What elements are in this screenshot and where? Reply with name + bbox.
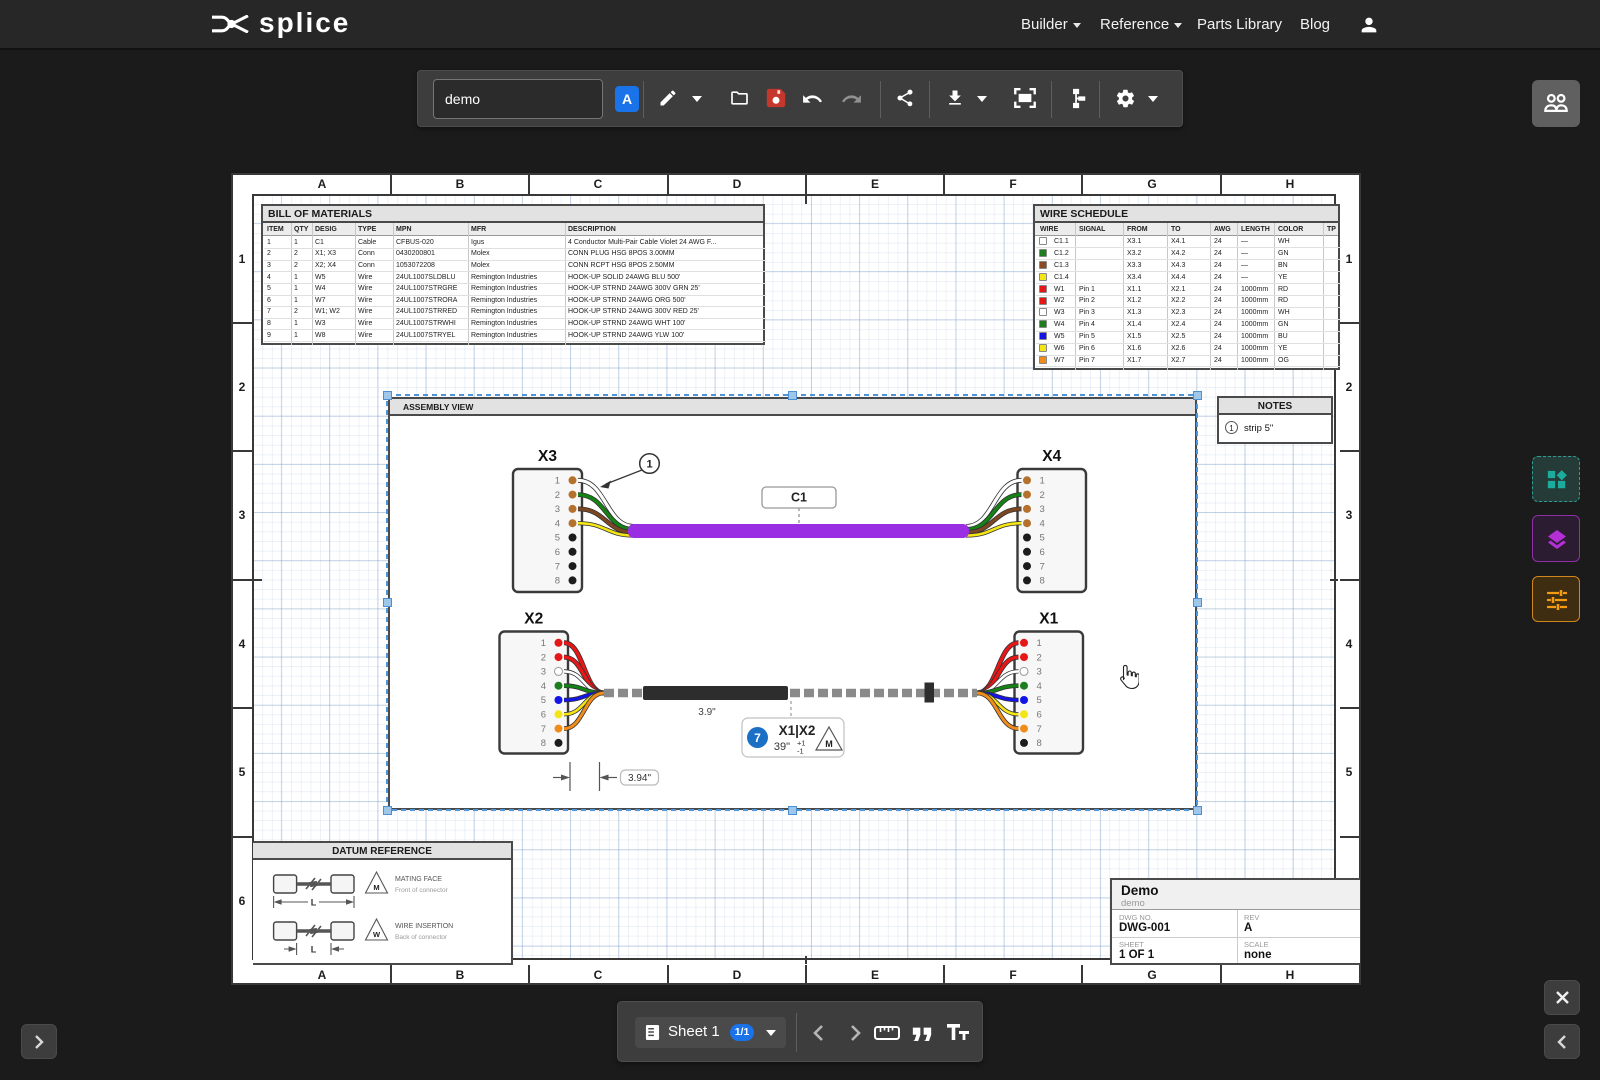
svg-text:2: 2 [555,490,560,501]
svg-text:8: 8 [1037,738,1042,749]
svg-text:WIRE INSERTION: WIRE INSERTION [395,923,453,930]
svg-text:X3: X3 [538,448,557,465]
svg-text:1: 1 [1040,476,1045,487]
svg-text:3: 3 [555,504,560,515]
svg-text:4: 4 [1037,681,1042,692]
svg-text:5: 5 [1037,695,1042,706]
svg-text:L: L [311,945,317,955]
svg-text:6: 6 [1037,710,1042,721]
svg-text:1: 1 [541,638,546,649]
svg-text:3: 3 [1037,667,1042,678]
svg-text:7: 7 [754,731,761,745]
svg-text:8: 8 [541,738,546,749]
svg-text:Front of connector: Front of connector [395,887,449,894]
svg-text:5: 5 [1040,533,1045,544]
svg-text:3: 3 [1040,504,1045,515]
svg-text:MATING FACE: MATING FACE [395,876,442,883]
svg-text:6: 6 [555,547,560,558]
svg-text:-1: -1 [797,747,804,756]
svg-text:7: 7 [1040,561,1045,572]
svg-text:1: 1 [555,476,560,487]
svg-text:6: 6 [1040,547,1045,558]
svg-text:X1|X2: X1|X2 [779,723,816,738]
svg-text:3: 3 [541,667,546,678]
svg-text:X4: X4 [1042,448,1061,465]
svg-text:M: M [373,883,379,892]
svg-text:M: M [825,739,833,749]
svg-text:2: 2 [1040,490,1045,501]
svg-text:7: 7 [1037,724,1042,735]
svg-text:5: 5 [541,695,546,706]
svg-text:8: 8 [1040,576,1045,587]
svg-text:3.9": 3.9" [698,707,716,718]
svg-text:1: 1 [1037,638,1042,649]
svg-text:39": 39" [774,741,790,753]
svg-text:X2: X2 [524,611,543,628]
svg-text:C1: C1 [791,491,807,505]
svg-text:3.94": 3.94" [628,773,651,784]
svg-text:8: 8 [555,576,560,587]
svg-text:2: 2 [1037,652,1042,663]
svg-text:Back of connector: Back of connector [395,934,448,941]
svg-text:4: 4 [541,681,546,692]
svg-text:X1: X1 [1039,611,1058,628]
svg-text:7: 7 [555,561,560,572]
svg-text:4: 4 [1040,518,1045,529]
svg-text:5: 5 [555,533,560,544]
svg-text:4: 4 [555,518,560,529]
svg-text:7: 7 [541,724,546,735]
svg-text:W: W [373,930,381,939]
svg-text:2: 2 [541,652,546,663]
svg-text:6: 6 [541,710,546,721]
svg-text:1: 1 [646,459,652,471]
svg-text:L: L [311,898,317,908]
